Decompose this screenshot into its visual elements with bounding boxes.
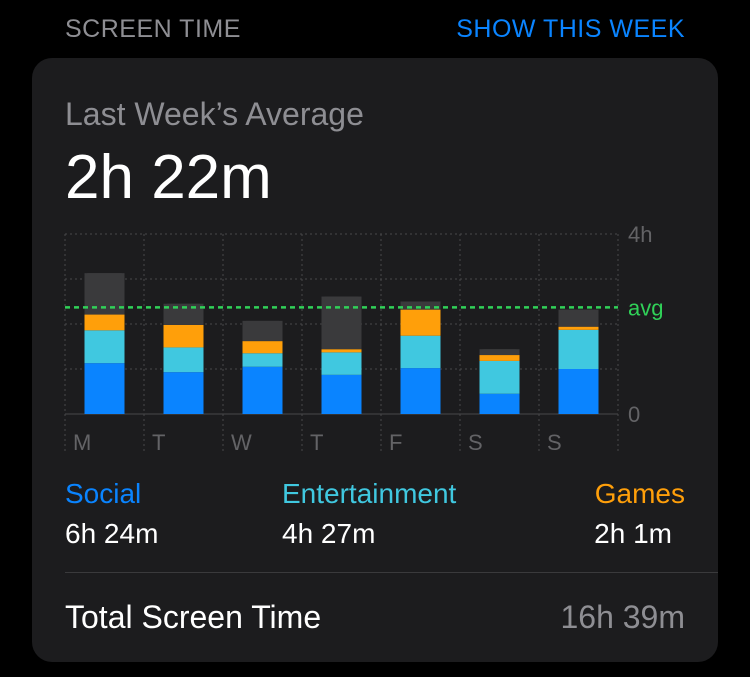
bar-segment-other xyxy=(321,296,362,350)
bar-cap xyxy=(84,273,125,280)
bar-segment-social xyxy=(400,368,441,414)
bar-segment-entertainment xyxy=(242,353,283,367)
bar-segment-social xyxy=(479,393,520,414)
show-this-week-button[interactable]: SHOW THIS WEEK xyxy=(456,15,685,44)
day-label: T xyxy=(310,430,323,455)
usage-bar-chart: M T W T F S Savg 4h 0 xyxy=(64,222,663,455)
legend-games-value: 2h 1m xyxy=(594,518,672,549)
bar-segment-games xyxy=(479,355,520,361)
bar-segment-entertainment xyxy=(479,360,520,394)
total-screen-time-label: Total Screen Time xyxy=(65,599,322,635)
bar-segment-social xyxy=(558,369,599,414)
bar-segment-entertainment xyxy=(84,330,125,364)
bar-segment-games xyxy=(163,324,204,348)
bar-segment-social xyxy=(242,366,283,414)
bar-segment-social xyxy=(84,363,125,414)
total-screen-time-value: 16h 39m xyxy=(560,599,685,635)
day-label: M xyxy=(73,430,91,455)
bar-segment-entertainment xyxy=(163,347,204,373)
legend-entertainment-label: Entertainment xyxy=(282,478,457,509)
bar-segment-social xyxy=(321,374,362,414)
day-label: T xyxy=(152,430,165,455)
legend-games-label: Games xyxy=(594,478,685,509)
bar-cap xyxy=(321,296,362,303)
bar-segment-social xyxy=(163,372,204,414)
bar-segment-games xyxy=(242,341,283,354)
bar-segment-entertainment xyxy=(321,352,362,375)
day-label: S xyxy=(468,430,483,455)
y-tick-max: 4h xyxy=(628,222,652,247)
legend-social-label: Social xyxy=(65,478,142,509)
bar-segment-entertainment xyxy=(400,335,441,369)
bar-segment-games xyxy=(84,314,125,331)
day-label: F xyxy=(389,430,402,455)
section-title: SCREEN TIME xyxy=(65,15,241,43)
bar-cap xyxy=(558,309,599,316)
divider xyxy=(65,572,718,573)
section-header: SCREEN TIME SHOW THIS WEEK xyxy=(0,0,750,58)
bar-segment-games xyxy=(558,326,599,330)
average-line-label: avg xyxy=(628,295,663,320)
bar-cap xyxy=(479,349,520,356)
day-label: W xyxy=(231,430,252,455)
day-label: S xyxy=(547,430,562,455)
bar-segment-games xyxy=(400,309,441,336)
bar-segment-games xyxy=(321,349,362,353)
screen-time-card[interactable]: Last Week’s Average 2h 22m M T W T F S Savg 4h 0… xyxy=(32,58,718,662)
legend-entertainment-value: 4h 27m xyxy=(282,518,376,549)
legend-social-value: 6h 24m xyxy=(65,518,159,549)
bar-cap xyxy=(242,320,283,327)
bar-segment-entertainment xyxy=(558,329,599,369)
y-tick-zero: 0 xyxy=(628,402,640,427)
